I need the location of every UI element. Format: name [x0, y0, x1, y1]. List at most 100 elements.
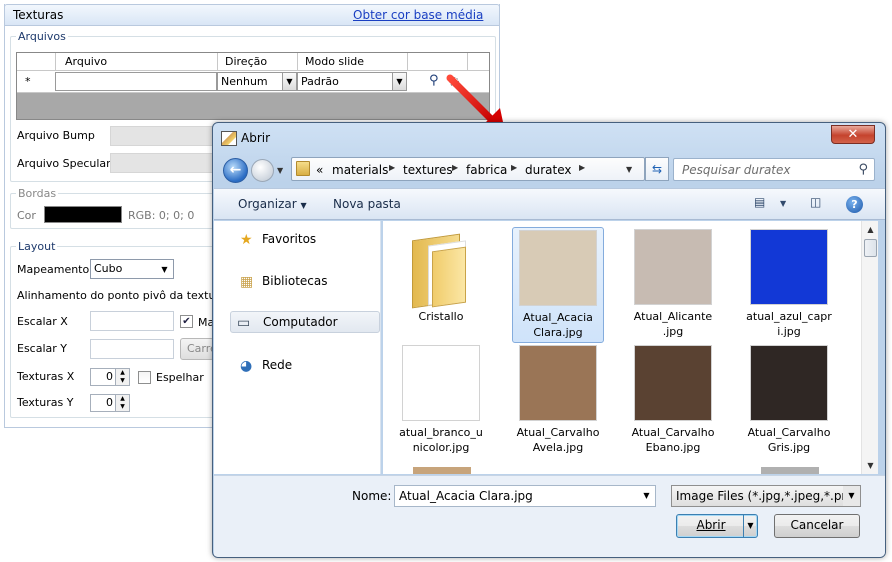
file-name-line2: nicolor.jpg: [412, 441, 470, 454]
nav-network[interactable]: ◕ Rede: [218, 355, 378, 377]
close-button[interactable]: ✕: [831, 125, 875, 144]
file-item[interactable]: Atual_Carvalho Avela.jpg: [512, 345, 604, 455]
scrollbar-thumb[interactable]: [864, 239, 877, 257]
view-options-icon[interactable]: ▤: [754, 195, 774, 213]
column-direcao[interactable]: Direção: [225, 55, 267, 68]
nav-libraries[interactable]: ▦ Bibliotecas: [218, 271, 378, 293]
forward-button[interactable]: [251, 159, 274, 182]
texturas-x-spinner[interactable]: 0 ▲ ▼: [90, 368, 130, 386]
specular-file-field[interactable]: [110, 153, 214, 173]
file-item[interactable]: Atual_Carvalho Gris.jpg: [743, 345, 835, 455]
help-icon[interactable]: ?: [846, 196, 863, 213]
breadcrumb-sep-icon[interactable]: ▶: [511, 163, 517, 172]
breadcrumb-fabrica[interactable]: fabrica: [466, 163, 507, 177]
file-item[interactable]: Atual_Carvalho Ebano.jpg: [627, 345, 719, 455]
recent-pages-dropdown-icon[interactable]: ▼: [277, 166, 283, 175]
texture-thumbnail: [634, 229, 712, 305]
color-swatch[interactable]: [44, 206, 122, 223]
file-item-selected[interactable]: Atual_Acacia Clara.jpg: [512, 227, 604, 343]
spinner-arrows-icon[interactable]: ▲ ▼: [115, 369, 129, 385]
breadcrumb-overflow[interactable]: «: [316, 163, 323, 177]
texturas-x-value: 0: [106, 370, 113, 383]
escalar-y-label: Escalar Y: [17, 342, 68, 355]
get-base-color-link[interactable]: Obter cor base média: [353, 8, 483, 22]
column-modo-slide[interactable]: Modo slide: [305, 55, 364, 68]
folder-icon: [402, 229, 480, 309]
modo-slide-value: Padrão: [301, 75, 339, 88]
file-name-line2: Avela.jpg: [532, 441, 584, 454]
search-field[interactable]: Pesquisar duratex ⚲: [673, 158, 875, 181]
scroll-up-icon[interactable]: ▲: [863, 222, 878, 237]
escalar-x-label: Escalar X: [17, 315, 68, 328]
layout-group-label: Layout: [16, 240, 58, 253]
view-dropdown-icon[interactable]: ▼: [780, 199, 800, 217]
file-type-select[interactable]: Image Files (*.jpg,*.jpeg,*.png,* ▼: [671, 485, 861, 507]
mapeamento-label: Mapeamento: [17, 263, 90, 276]
escalar-y-input[interactable]: [90, 339, 174, 359]
address-bar[interactable]: « materials ▶ textures ▶ fabrica ▶ durat…: [291, 157, 645, 181]
espelhar-label: Espelhar: [156, 371, 204, 384]
breadcrumb-textures[interactable]: textures: [403, 163, 453, 177]
cor-label: Cor: [17, 209, 36, 222]
back-button[interactable]: ←: [223, 158, 248, 183]
nav-libraries-label: Bibliotecas: [262, 274, 328, 288]
grid-header: Arquivo Direção Modo slide: [17, 53, 489, 71]
open-split-dropdown-icon[interactable]: ▼: [743, 515, 757, 537]
grid-new-row[interactable]: * Nenhum ▼ Padrão ▼ ⚲ ◌: [17, 71, 489, 93]
column-arquivo[interactable]: Arquivo: [65, 55, 107, 68]
search-placeholder: Pesquisar duratex: [682, 163, 791, 177]
mapeamento-value: Cubo: [94, 262, 123, 275]
carregar-button[interactable]: Carre: [180, 338, 214, 360]
breadcrumb-sep-icon[interactable]: ▶: [452, 163, 458, 172]
file-item-folder[interactable]: Cristallo: [395, 229, 487, 324]
spinner-arrows-icon[interactable]: ▲ ▼: [115, 395, 129, 411]
espelhar-checkbox[interactable]: [138, 371, 151, 384]
address-dropdown-icon[interactable]: ▼: [626, 165, 632, 174]
ma-checkbox[interactable]: ✔: [180, 315, 193, 328]
preview-pane-icon[interactable]: ◫: [810, 195, 830, 213]
computer-icon: ▭: [237, 315, 251, 331]
new-row-marker: *: [25, 75, 31, 88]
breadcrumb-materials[interactable]: materials: [332, 163, 388, 177]
open-button[interactable]: Abrir ▼: [676, 514, 758, 538]
escalar-x-input[interactable]: [90, 311, 174, 331]
direcao-dropdown[interactable]: Nenhum ▼: [217, 72, 297, 91]
file-item[interactable]: atual_azul_capr i.jpg: [743, 229, 835, 339]
file-item[interactable]: atual_branco_u nicolor.jpg: [395, 345, 487, 455]
search-icon[interactable]: ⚲: [858, 162, 868, 177]
binoculars-icon[interactable]: ⚲: [429, 73, 439, 88]
network-icon: ◕: [240, 358, 253, 374]
chevron-down-icon[interactable]: ▼: [638, 486, 655, 506]
texturas-y-value: 0: [106, 396, 113, 409]
bump-file-field[interactable]: [110, 126, 214, 146]
nav-favorites[interactable]: ★ Favoritos: [218, 229, 378, 251]
refresh-button[interactable]: ⇆: [645, 157, 669, 181]
mapeamento-select[interactable]: Cubo ▼: [90, 259, 174, 279]
cancel-button[interactable]: Cancelar: [774, 514, 860, 538]
breadcrumb-sep-icon[interactable]: ▶: [579, 163, 585, 172]
new-folder-button[interactable]: Nova pasta: [333, 197, 401, 211]
texture-thumbnail: [750, 229, 828, 305]
breadcrumb-sep-icon[interactable]: ▶: [389, 163, 395, 172]
scroll-down-icon[interactable]: ▼: [863, 458, 878, 473]
nav-computer[interactable]: ▭ Computador: [230, 311, 380, 333]
modo-slide-dropdown[interactable]: Padrão ▼: [297, 72, 407, 91]
file-item[interactable]: Atual_Alicante .jpg: [627, 229, 719, 339]
open-file-dialog: Abrir ✕ ← ▼ « materials ▶ textures ▶ fab…: [212, 122, 886, 558]
screen: Texturas Obter cor base média Arquivos A…: [0, 0, 892, 562]
open-button-label: Abrir: [696, 518, 726, 532]
file-name: Cristallo: [418, 310, 464, 323]
organize-menu[interactable]: Organizar ▼: [238, 197, 307, 211]
files-grid: Arquivo Direção Modo slide * Nenhum ▼ Pa…: [16, 52, 490, 120]
arquivo-cell[interactable]: [55, 72, 217, 91]
dialog-title: Abrir: [241, 131, 271, 145]
vertical-scrollbar[interactable]: ▲ ▼: [861, 221, 878, 474]
chevron-down-icon[interactable]: ▼: [282, 73, 296, 90]
texturas-y-spinner[interactable]: 0 ▲ ▼: [90, 394, 130, 412]
breadcrumb-duratex[interactable]: duratex: [525, 163, 572, 177]
filename-input[interactable]: Atual_Acacia Clara.jpg ▼: [394, 485, 656, 507]
chevron-down-icon[interactable]: ▼: [392, 73, 406, 90]
rgb-text: RGB: 0; 0; 0: [128, 209, 195, 222]
nav-favorites-label: Favoritos: [262, 232, 317, 246]
file-name-line2: Ebano.jpg: [645, 441, 701, 454]
